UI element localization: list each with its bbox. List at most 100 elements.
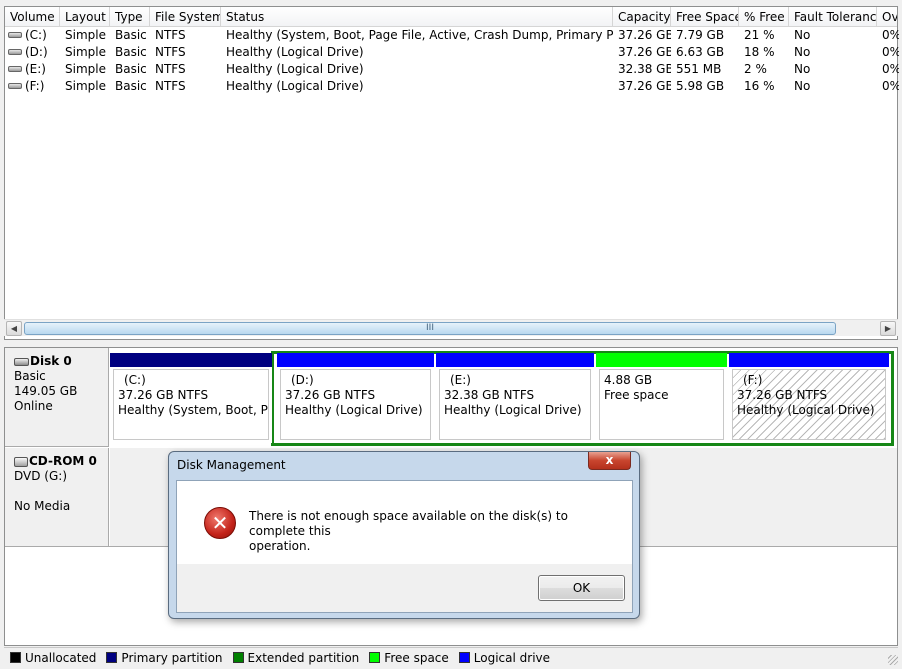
partition-status: Healthy (Logical Drive) (444, 403, 582, 417)
partition-f[interactable]: (F:) 37.26 GB NTFS Healthy (Logical Driv… (729, 353, 889, 443)
column-header-type[interactable]: Type (110, 7, 150, 26)
error-message-line: operation. (249, 539, 311, 553)
type-cell: Basic (115, 45, 147, 59)
partition-color-bar (277, 353, 434, 367)
free-space-cell: 6.63 GB (676, 45, 725, 59)
file-system-cell: NTFS (155, 62, 186, 76)
legend-label: Unallocated (25, 650, 97, 665)
column-header-overhead[interactable]: Ov (877, 7, 897, 26)
legend-swatch (369, 652, 381, 663)
disk-title: CD-ROM 0 (29, 454, 97, 468)
close-icon: x (605, 453, 614, 467)
drive-icon (8, 48, 22, 55)
ok-button[interactable]: OK (538, 575, 625, 601)
status-cell: Healthy (System, Boot, Page File, Active… (226, 28, 613, 42)
layout-cell: Simple (65, 28, 106, 42)
partition-body: (D:) 37.26 GB NTFS Healthy (Logical Driv… (280, 369, 431, 440)
file-system-cell: NTFS (155, 45, 186, 59)
partition-free-space[interactable]: 4.88 GB Free space (596, 353, 727, 443)
legend-item-extended: Extended partition (232, 651, 359, 665)
drive-icon (8, 82, 22, 89)
legend-item-unallocated: Unallocated (10, 651, 96, 665)
partition-color-bar (596, 353, 727, 367)
partition-letter: (C:) (124, 373, 146, 387)
scroll-left-button[interactable]: ◀ (6, 321, 22, 336)
percent-free-cell: 16 % (744, 79, 775, 93)
legend-swatch (232, 652, 244, 663)
partition-size: 37.26 GB NTFS (118, 388, 209, 402)
cdrom-0-label[interactable]: CD-ROM 0 DVD (G:) No Media (5, 448, 109, 547)
partition-e[interactable]: (E:) 32.38 GB NTFS Healthy (Logical Driv… (436, 353, 594, 443)
partition-letter: (E:) (450, 373, 471, 387)
cd-rom-icon (14, 456, 28, 467)
partition-status: Healthy (System, Boot, Page (118, 403, 268, 417)
layout-cell: Simple (65, 79, 106, 93)
hard-disk-icon (14, 357, 29, 366)
error-message-line: There is not enough space available on t… (249, 509, 568, 538)
volume-cell: (C:) (5, 27, 60, 44)
partition-size: 4.88 GB (604, 373, 653, 387)
dialog-title: Disk Management (177, 458, 286, 472)
legend-swatch (458, 652, 470, 663)
legend-label: Free space (384, 650, 449, 665)
volume-cell: (E:) (5, 61, 60, 78)
table-row[interactable]: (D:) Simple Basic NTFS Healthy (Logical … (5, 44, 899, 61)
column-header-status[interactable]: Status (221, 7, 613, 26)
fault-tolerance-cell: No (794, 79, 811, 93)
error-icon: ✕ (204, 507, 236, 539)
column-header-volume[interactable]: Volume (5, 7, 60, 26)
overhead-cell: 0% (882, 79, 899, 93)
volume-cell: (F:) (5, 78, 60, 95)
status-cell: Healthy (Logical Drive) (226, 79, 364, 93)
partition-color-bar (436, 353, 594, 367)
column-header-file-system[interactable]: File System (150, 7, 221, 26)
legend: Unallocated Primary partition Extended p… (4, 647, 898, 667)
scrollbar-thumb[interactable]: III (24, 322, 836, 335)
legend-item-logical: Logical drive (458, 651, 550, 665)
partition-letter: (F:) (743, 373, 763, 387)
cdrom-media: No Media (14, 499, 71, 513)
column-header-layout[interactable]: Layout (60, 7, 110, 26)
partition-body: 4.88 GB Free space (599, 369, 724, 440)
partition-status: Free space (604, 388, 669, 402)
column-header-fault-tolerance[interactable]: Fault Tolerance (789, 7, 877, 26)
horizontal-scrollbar[interactable]: ◀ III ▶ (4, 319, 898, 336)
overhead-cell: 0% (882, 28, 899, 42)
partition-status: Healthy (Logical Drive) (285, 403, 423, 417)
table-row[interactable]: (F:) Simple Basic NTFS Healthy (Logical … (5, 78, 899, 95)
disk-title: Disk 0 (30, 354, 72, 368)
layout-cell: Simple (65, 45, 106, 59)
scroll-right-button[interactable]: ▶ (880, 321, 896, 336)
partition-body: (E:) 32.38 GB NTFS Healthy (Logical Driv… (439, 369, 591, 440)
column-header-percent-free[interactable]: % Free (739, 7, 789, 26)
partition-d[interactable]: (D:) 37.26 GB NTFS Healthy (Logical Driv… (277, 353, 434, 443)
file-system-cell: NTFS (155, 79, 186, 93)
disk-0-label[interactable]: Disk 0 Basic 149.05 GB Online (5, 348, 109, 447)
close-button[interactable]: x (588, 452, 631, 470)
column-header-capacity[interactable]: Capacity (613, 7, 671, 26)
capacity-cell: 37.26 GB (618, 45, 671, 59)
table-row[interactable]: (C:) Simple Basic NTFS Healthy (System, … (5, 27, 899, 44)
status-cell: Healthy (Logical Drive) (226, 62, 364, 76)
file-system-cell: NTFS (155, 28, 186, 42)
partition-size: 32.38 GB NTFS (444, 388, 535, 402)
dialog-client: ✕ There is not enough space available on… (176, 480, 633, 613)
partition-color-bar (110, 353, 272, 367)
column-header-free-space[interactable]: Free Space (671, 7, 739, 26)
status-cell: Healthy (Logical Drive) (226, 45, 364, 59)
percent-free-cell: 21 % (744, 28, 775, 42)
drive-icon (8, 65, 22, 72)
fault-tolerance-cell: No (794, 45, 811, 59)
capacity-cell: 37.26 GB (618, 28, 671, 42)
table-row[interactable]: (E:) Simple Basic NTFS Healthy (Logical … (5, 61, 899, 78)
error-dialog: Disk Management x ✕ There is not enough … (168, 451, 640, 619)
partition-c[interactable]: (C:) 37.26 GB NTFS Healthy (System, Boot… (110, 353, 272, 443)
drive-icon (8, 31, 22, 38)
legend-item-free-space: Free space (369, 650, 449, 665)
resize-grip[interactable] (888, 655, 898, 665)
percent-free-cell: 2 % (744, 62, 767, 76)
partition-body: (C:) 37.26 GB NTFS Healthy (System, Boot… (113, 369, 269, 440)
capacity-cell: 37.26 GB (618, 79, 671, 93)
overhead-cell: 0% (882, 45, 899, 59)
partition-color-bar (729, 353, 889, 367)
